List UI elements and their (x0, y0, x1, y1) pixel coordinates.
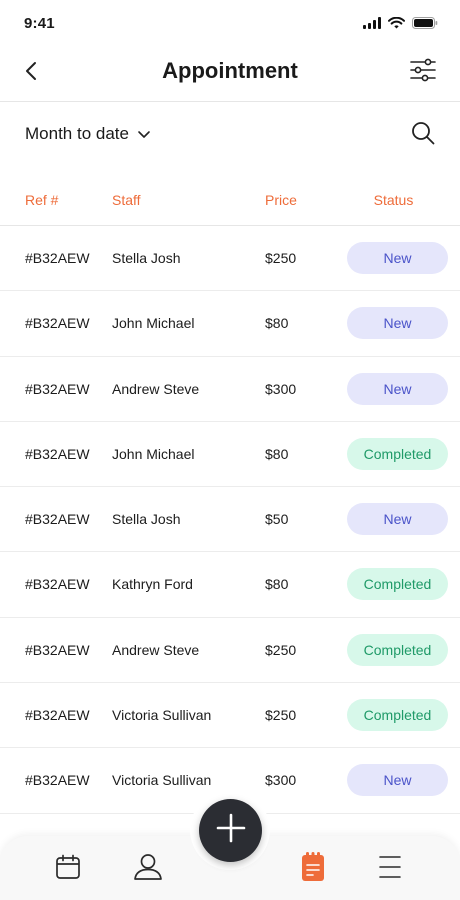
row-price: $250 (265, 707, 297, 724)
page-title: Appointment (162, 58, 298, 83)
table-row[interactable]: #B32AEW John Michael $80 New (0, 291, 460, 357)
search-button[interactable] (408, 120, 438, 150)
table-row[interactable]: #B32AEW Stella Josh $50 New (0, 487, 460, 553)
row-price: $300 (265, 380, 297, 397)
app-header: Appointment (0, 44, 460, 102)
column-header-ref: Ref # (25, 192, 59, 208)
row-ref: #B32AEW (25, 641, 90, 658)
row-staff: John Michael (112, 315, 195, 332)
table-row[interactable]: #B32AEW Andrew Steve $250 Completed (0, 618, 460, 684)
profile-icon (133, 853, 163, 886)
table-row[interactable]: #B32AEW Victoria Sullivan $250 Completed (0, 683, 460, 749)
column-header-staff: Staff (112, 192, 141, 208)
row-ref: #B32AEW (25, 250, 90, 266)
row-staff: Stella Josh (112, 511, 181, 528)
sliders-icon (409, 58, 437, 87)
row-staff: Andrew Steve (112, 380, 200, 397)
period-dropdown[interactable]: Month to date (25, 124, 151, 144)
row-staff: John Michael (112, 445, 195, 462)
row-price: $80 (265, 315, 289, 332)
row-staff: Andrew Steve (112, 641, 200, 658)
status-bar: 9:41 (0, 0, 460, 44)
row-price: $80 (265, 445, 289, 462)
status-badge: New (347, 372, 448, 405)
nav-menu[interactable] (375, 854, 405, 884)
nav-appointments[interactable] (298, 851, 328, 887)
row-staff: Kathryn Ford (112, 576, 193, 593)
column-header-status: Status (373, 192, 414, 208)
status-badge: New (347, 307, 448, 340)
plus-icon (215, 812, 247, 849)
row-ref: #B32AEW (25, 707, 90, 724)
filter-row: Month to date (0, 102, 460, 168)
row-ref: #B32AEW (25, 380, 90, 397)
status-badge: Completed (347, 568, 448, 601)
row-staff: Stella Josh (112, 250, 181, 266)
row-price: $50 (265, 511, 289, 528)
signal-icon (363, 16, 381, 34)
row-ref: #B32AEW (25, 576, 90, 593)
status-badge: New (347, 242, 448, 274)
status-time: 9:41 (24, 15, 55, 32)
status-badge: Completed (347, 633, 448, 666)
battery-icon (412, 16, 438, 34)
row-ref: #B32AEW (25, 445, 90, 462)
row-price: $80 (265, 576, 289, 593)
nav-profile[interactable] (133, 853, 163, 886)
table-row[interactable]: #B32AEW John Michael $80 Completed (0, 422, 460, 488)
period-label: Month to date (25, 124, 129, 143)
table-row[interactable]: #B32AEW Kathryn Ford $80 Completed (0, 552, 460, 618)
status-badge: Completed (347, 437, 448, 470)
column-header-price: Price (265, 192, 297, 208)
table-header: Ref # Staff Price Status (0, 180, 460, 226)
wifi-icon (388, 16, 405, 34)
row-staff: Victoria Sullivan (112, 772, 212, 789)
row-price: $250 (265, 641, 297, 658)
row-ref: #B32AEW (25, 315, 90, 332)
nav-calendar[interactable] (53, 854, 83, 884)
filter-settings-button[interactable] (408, 57, 438, 87)
table-row[interactable]: #B32AEW Andrew Steve $300 New (0, 357, 460, 422)
status-badge: Completed (347, 699, 448, 732)
menu-icon (378, 854, 402, 885)
status-badge: New (347, 503, 448, 536)
search-icon (410, 120, 436, 151)
row-ref: #B32AEW (25, 772, 90, 789)
status-icons (363, 16, 438, 34)
row-price: $250 (265, 250, 297, 266)
status-badge: New (347, 764, 448, 797)
row-ref: #B32AEW (25, 511, 90, 528)
table-row[interactable]: #B32AEW Stella Josh $250 New (0, 226, 460, 292)
row-price: $300 (265, 772, 297, 789)
chevron-down-icon (137, 124, 151, 144)
add-appointment-button[interactable] (199, 799, 262, 862)
clipboard-icon (300, 851, 326, 887)
row-staff: Victoria Sullivan (112, 707, 212, 724)
appointment-list: #B32AEW Stella Josh $250 New #B32AEW Joh… (0, 226, 460, 814)
calendar-icon (55, 854, 81, 885)
